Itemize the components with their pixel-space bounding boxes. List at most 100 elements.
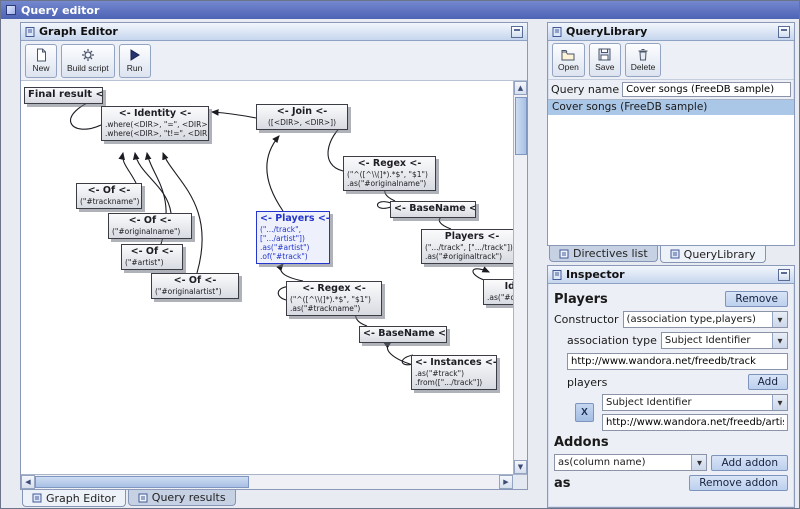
save-button[interactable]: Save (589, 43, 621, 77)
chevron-down-icon: ▼ (772, 312, 787, 327)
scroll-right-button[interactable]: ▶ (499, 475, 513, 489)
directive-heading: Players (554, 292, 608, 307)
open-button[interactable]: Open (552, 43, 585, 77)
graph-node-basename-upper[interactable]: <- BaseName <- (390, 201, 476, 218)
add-addon-button[interactable]: Add addon (711, 455, 788, 471)
graph-editor-titlebar[interactable]: Graph Editor (21, 23, 527, 41)
query-library-toolbar: Open Save Delete (548, 41, 794, 80)
scrollbar-corner (513, 475, 527, 489)
tab-directives-list[interactable]: Directives list (549, 246, 658, 262)
graph-node-regex-originalname[interactable]: <- Regex <- ("^([^\\(]*).*$", "$1") .as(… (343, 156, 436, 191)
scroll-down-button[interactable]: ▼ (514, 460, 527, 474)
maximize-button[interactable] (778, 26, 790, 38)
build-script-button[interactable]: Build script (61, 44, 115, 78)
frame-icon (552, 270, 562, 280)
addon-combobox[interactable]: as(column name) ▼ (554, 454, 707, 471)
query-library-frame: QueryLibrary Open Save Delete (547, 22, 795, 246)
remove-player-button[interactable]: X (575, 403, 594, 422)
graph-edges (21, 81, 513, 474)
graph-node-identity-partial[interactable]: Ide .as("#or (483, 279, 513, 305)
query-name-label: Query name (551, 83, 619, 96)
association-type-url-input[interactable] (567, 353, 788, 370)
horizontal-scroll-track[interactable] (249, 475, 499, 489)
constructor-row: Constructor (association type,players) ▼ (554, 311, 788, 328)
delete-button[interactable]: Delete (625, 43, 662, 77)
graph-node-identity[interactable]: <- Identity <- .where(<DIR>, "=", <DIR>)… (101, 106, 209, 141)
vertical-scroll-track[interactable] (514, 155, 527, 460)
inspector-body: Players Remove Constructor (association … (548, 284, 794, 507)
tab-graph-editor[interactable]: Graph Editor (22, 490, 126, 507)
query-list[interactable]: Cover songs (FreeDB sample) (548, 99, 794, 245)
association-type-label: association type (567, 334, 657, 347)
tab-query-results[interactable]: Query results (128, 490, 236, 506)
constructor-combobox[interactable]: (association type,players) ▼ (623, 311, 788, 328)
trash-icon (637, 48, 649, 61)
chevron-down-icon: ▼ (772, 333, 787, 348)
scroll-up-button[interactable]: ▲ (514, 81, 527, 95)
desktop: Graph Editor New Build script Run (1, 19, 799, 508)
graph-node-of-originalartist[interactable]: <- Of <- ("#originalartist") (151, 273, 239, 299)
addon-select-row: as(column name) ▼ Add addon (554, 454, 788, 471)
player-type-combobox[interactable]: Subject Identifier ▼ (602, 394, 788, 411)
tab-results-icon (138, 493, 148, 503)
play-icon (128, 48, 141, 62)
chevron-down-icon: ▼ (691, 455, 706, 470)
tab-query-library[interactable]: QueryLibrary (660, 246, 766, 263)
add-button[interactable]: Add (748, 374, 788, 390)
run-button[interactable]: Run (119, 44, 151, 78)
constructor-label: Constructor (554, 313, 619, 326)
graph-editor-body: Final result <- <- Identity <- .where(<D… (21, 81, 527, 474)
vertical-scrollbar[interactable]: ▲ ▼ (513, 81, 527, 474)
inspector-title: Inspector (566, 268, 625, 281)
graph-node-basename-lower[interactable]: <- BaseName <- (359, 326, 447, 343)
graph-canvas[interactable]: Final result <- <- Identity <- .where(<D… (21, 81, 513, 474)
graph-node-regex-trackname[interactable]: <- Regex <- ("^([^\\(]*).*$", "$1") .as(… (286, 281, 382, 316)
remove-addon-button[interactable]: Remove addon (689, 475, 788, 491)
horizontal-scrollbar[interactable]: ◀ ▶ (21, 475, 513, 489)
graph-node-of-trackname[interactable]: <- Of <- ("#trackname") (76, 183, 142, 209)
tab-library-icon (670, 249, 680, 259)
association-type-row: association type Subject Identifier ▼ (567, 332, 788, 349)
query-name-input[interactable] (622, 82, 791, 97)
scroll-left-button[interactable]: ◀ (21, 475, 35, 489)
addons-heading: Addons (554, 435, 609, 450)
graph-node-players-selected[interactable]: <- Players <- (".../track", [".../artist… (256, 211, 330, 264)
chevron-down-icon: ▼ (772, 395, 787, 410)
gear-icon (81, 48, 95, 62)
association-type-url-row (567, 353, 788, 370)
graph-node-of-originalname[interactable]: <- Of <- ("#originalname") (108, 213, 192, 239)
remove-button[interactable]: Remove (725, 291, 788, 307)
players-row: players Add (567, 374, 788, 390)
frame-icon (552, 27, 562, 37)
as-addon-row: as Remove addon (554, 475, 788, 491)
graph-editor-toolbar: New Build script Run (21, 41, 527, 81)
tab-graph-icon (32, 493, 42, 503)
as-heading: as (554, 476, 571, 491)
vertical-scroll-thumb[interactable] (515, 97, 527, 155)
horizontal-scrollbar-row: ◀ ▶ (21, 474, 527, 489)
player-entry: X Subject Identifier ▼ (575, 394, 788, 431)
maximize-button[interactable] (778, 269, 790, 281)
players-label: players (567, 376, 607, 389)
graph-node-instances[interactable]: <- Instances <- .as("#track") .from(["..… (411, 355, 497, 390)
query-library-title: QueryLibrary (566, 25, 647, 38)
query-list-item[interactable]: Cover songs (FreeDB sample) (548, 100, 794, 115)
inspector-frame: Inspector Players Remove Constructor (as… (547, 265, 795, 508)
inspector-titlebar[interactable]: Inspector (548, 266, 794, 284)
graph-node-join[interactable]: <- Join <- ([<DIR>, <DIR>]) (256, 104, 348, 130)
frame-icon (25, 27, 35, 37)
maximize-button[interactable] (511, 26, 523, 38)
graph-node-final-result[interactable]: Final result <- (24, 87, 103, 104)
graph-node-of-artist[interactable]: <- Of <- ("#artist") (121, 244, 183, 270)
query-library-titlebar[interactable]: QueryLibrary (548, 23, 794, 41)
player-url-input[interactable] (602, 414, 788, 431)
new-button[interactable]: New (25, 44, 57, 78)
addons-heading-row: Addons (554, 435, 788, 450)
window-titlebar[interactable]: Query editor (1, 1, 799, 19)
association-type-combobox[interactable]: Subject Identifier ▼ (661, 332, 788, 349)
graph-editor-title: Graph Editor (39, 25, 118, 38)
new-document-icon (35, 48, 48, 62)
horizontal-scroll-thumb[interactable] (35, 476, 249, 488)
query-library-tabrow: Directives list QueryLibrary (549, 246, 766, 263)
graph-node-players-originaltrack[interactable]: Players <- (".../track", [".../track"]) … (421, 229, 513, 264)
